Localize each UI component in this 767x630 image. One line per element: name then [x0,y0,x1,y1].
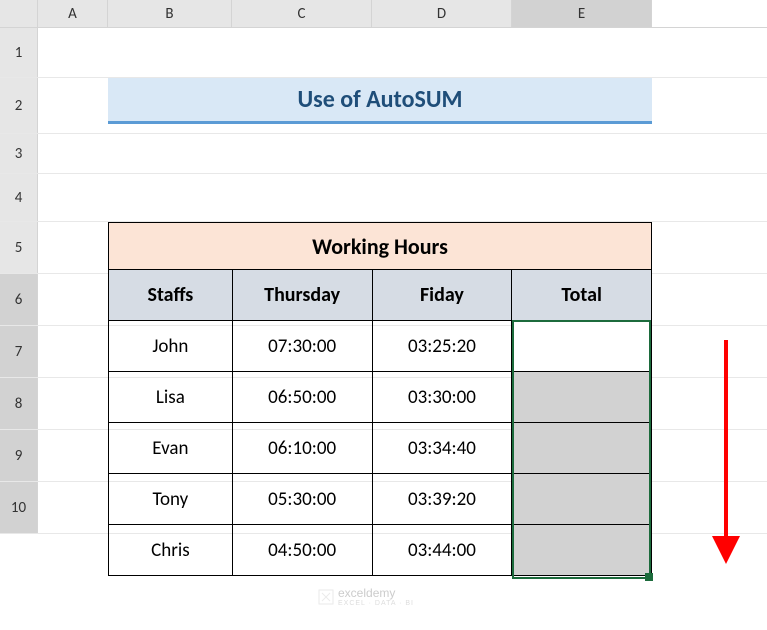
col-friday: Fiday [372,270,512,321]
cell[interactable] [38,274,108,325]
total-val[interactable] [512,423,652,474]
col-header-a[interactable]: A [38,0,108,27]
table-header: Working Hours [109,223,652,270]
cell[interactable] [372,134,512,173]
row-header-5[interactable]: 5 [0,222,38,273]
table-row: John 07:30:00 03:25:20 [109,321,652,372]
row-header-8[interactable]: 8 [0,378,38,429]
column-headers: A B C D E [0,0,767,28]
total-val[interactable] [512,525,652,576]
cell[interactable] [372,28,512,77]
row-header-10[interactable]: 10 [0,482,38,533]
row-header-6[interactable]: 6 [0,274,38,325]
working-hours-table: Working Hours Staffs Thursday Fiday Tota… [108,222,652,576]
row-header-1[interactable]: 1 [0,28,38,77]
cell[interactable] [512,174,652,221]
row-1: 1 [0,28,767,78]
cell[interactable] [232,174,372,221]
thursday-val[interactable]: 04:50:00 [232,525,372,576]
staff-name[interactable]: Chris [109,525,233,576]
cell[interactable] [38,78,108,133]
spreadsheet-grid: A B C D E 1 2 3 4 5 6 7 8 9 10 Use of Au… [0,0,767,630]
friday-val[interactable]: 03:39:20 [372,474,512,525]
watermark: exceldemy EXCEL · DATA · BI [318,586,414,607]
col-staffs: Staffs [109,270,233,321]
thursday-val[interactable]: 06:10:00 [232,423,372,474]
staff-name[interactable]: Lisa [109,372,233,423]
cell[interactable] [38,378,108,429]
cell[interactable] [232,28,372,77]
cell[interactable] [108,174,232,221]
table-row: Lisa 06:50:00 03:30:00 [109,372,652,423]
row-header-4[interactable]: 4 [0,174,38,221]
col-total: Total [512,270,652,321]
watermark-brand: exceldemy [338,586,395,600]
cell[interactable] [232,134,372,173]
total-val[interactable] [512,321,652,372]
cell[interactable] [372,174,512,221]
cell[interactable] [38,174,108,221]
thursday-val[interactable]: 05:30:00 [232,474,372,525]
watermark-tag: EXCEL · DATA · BI [338,600,414,607]
staff-name[interactable]: Tony [109,474,233,525]
cell[interactable] [512,134,652,173]
row-header-2[interactable]: 2 [0,78,38,133]
col-header-c[interactable]: C [232,0,372,27]
friday-val[interactable]: 03:30:00 [372,372,512,423]
logo-icon [318,589,334,605]
row-header-9[interactable]: 9 [0,430,38,481]
col-header-e[interactable]: E [512,0,652,27]
col-header-d[interactable]: D [372,0,512,27]
thursday-val[interactable]: 06:50:00 [232,372,372,423]
cell[interactable] [108,28,232,77]
friday-val[interactable]: 03:44:00 [372,525,512,576]
cell[interactable] [38,222,108,273]
total-val[interactable] [512,372,652,423]
col-header-b[interactable]: B [108,0,232,27]
down-arrow-icon [712,340,740,570]
cell[interactable] [38,28,108,77]
cell[interactable] [38,482,108,533]
cell[interactable] [108,134,232,173]
row-header-7[interactable]: 7 [0,326,38,377]
staff-name[interactable]: Evan [109,423,233,474]
page-title: Use of AutoSUM [108,78,652,124]
cell[interactable] [38,326,108,377]
cell[interactable] [38,134,108,173]
table-row: Tony 05:30:00 03:39:20 [109,474,652,525]
table-row: Chris 04:50:00 03:44:00 [109,525,652,576]
total-val[interactable] [512,474,652,525]
row-header-3[interactable]: 3 [0,134,38,173]
cell[interactable] [512,28,652,77]
thursday-val[interactable]: 07:30:00 [232,321,372,372]
friday-val[interactable]: 03:25:20 [372,321,512,372]
friday-val[interactable]: 03:34:40 [372,423,512,474]
table-row: Evan 06:10:00 03:34:40 [109,423,652,474]
staff-name[interactable]: John [109,321,233,372]
cell[interactable] [38,430,108,481]
select-all-corner[interactable] [0,0,38,27]
col-thursday: Thursday [232,270,372,321]
